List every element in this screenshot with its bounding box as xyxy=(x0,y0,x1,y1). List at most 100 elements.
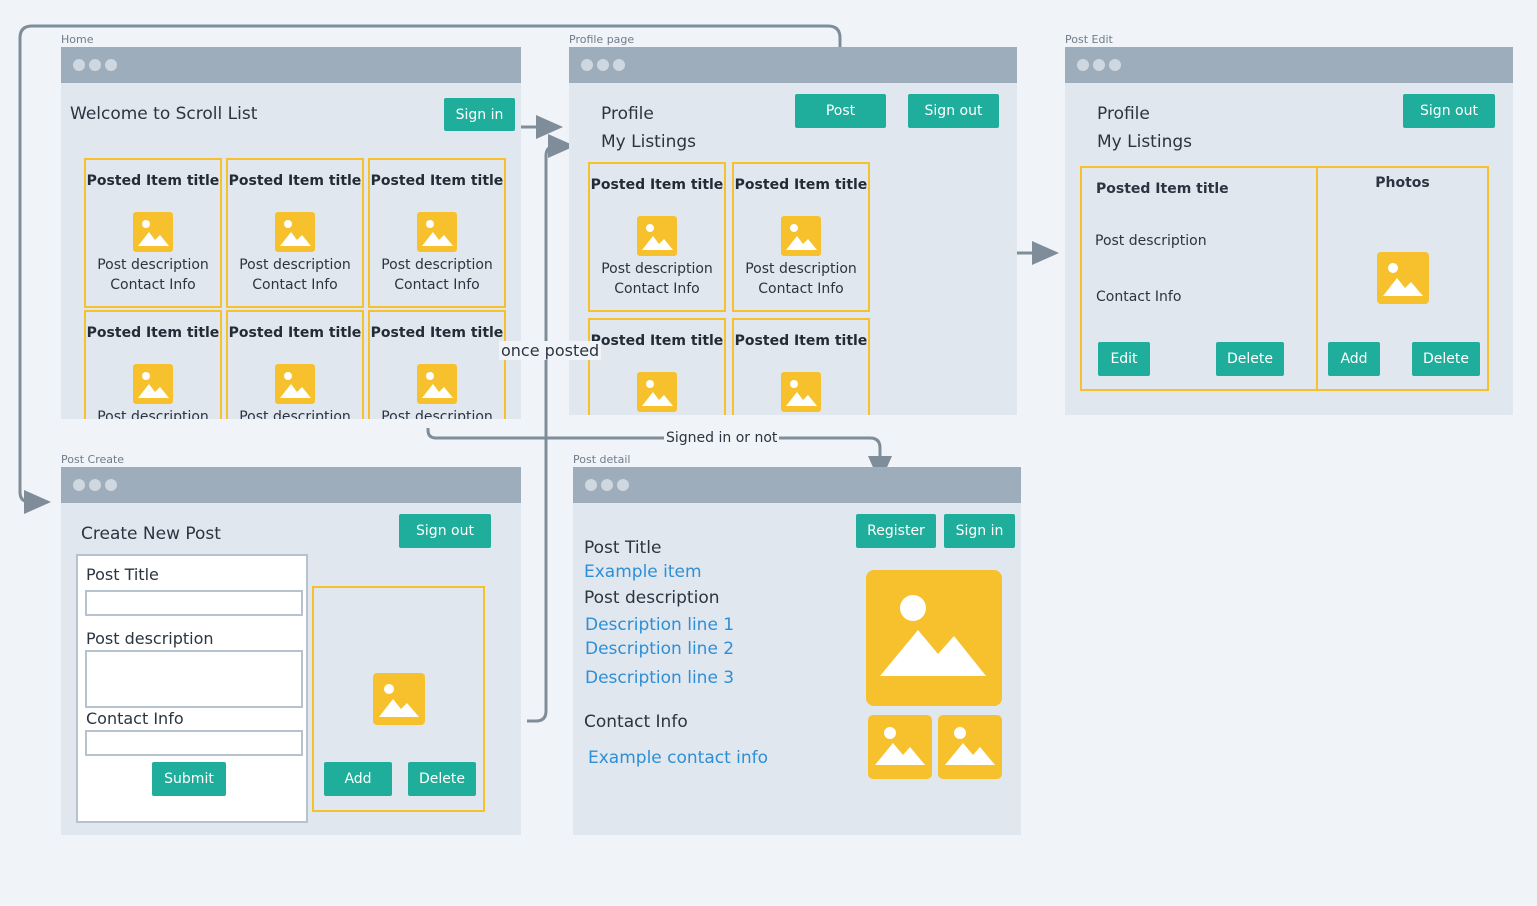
contact-info-input[interactable] xyxy=(85,730,303,756)
card-description: Post description xyxy=(97,409,209,419)
delete-photo-button[interactable]: Delete xyxy=(408,762,476,796)
thumbnail-photo-icon xyxy=(868,715,932,779)
window-dot xyxy=(73,59,85,71)
post-description-input[interactable] xyxy=(85,650,303,708)
create-photos-card: Add Delete xyxy=(312,586,485,812)
window-dot xyxy=(89,479,101,491)
image-placeholder-icon xyxy=(373,673,425,725)
post-title-label: Post Title xyxy=(584,538,662,558)
main-photo-icon xyxy=(866,570,1002,706)
listing-card[interactable]: Posted Item title Post description xyxy=(226,310,364,419)
image-placeholder-icon xyxy=(275,212,315,252)
delete-photo-button[interactable]: Delete xyxy=(1412,342,1480,376)
description-line: Description line 3 xyxy=(585,668,735,688)
my-listings-heading: My Listings xyxy=(1097,132,1192,152)
window-dot xyxy=(1093,59,1105,71)
post-title-label: Post Title xyxy=(86,565,159,584)
listing-card[interactable]: Posted Item title xyxy=(588,318,726,415)
post-description-label: Post description xyxy=(86,629,214,648)
card-title: Posted Item title xyxy=(734,177,868,193)
window-dot xyxy=(597,59,609,71)
listing-card[interactable]: Posted Item title Post description Contact… xyxy=(588,162,726,312)
card-title: Posted Item title xyxy=(370,173,504,189)
card-title: Posted Item title xyxy=(86,325,220,341)
edit-button[interactable]: Edit xyxy=(1098,342,1150,376)
edit-item-title: Posted Item title xyxy=(1096,181,1229,197)
window-titlebar xyxy=(61,467,521,503)
image-placeholder-icon xyxy=(1377,252,1429,304)
card-title: Posted Item title xyxy=(228,325,362,341)
card-title: Posted Item title xyxy=(370,325,504,341)
add-photo-button[interactable]: Add xyxy=(1328,342,1380,376)
sign-out-button[interactable]: Sign out xyxy=(1403,94,1495,128)
contact-info-label: Contact Info xyxy=(584,712,688,732)
listing-card[interactable]: Posted Item title Post description Contact… xyxy=(226,158,364,308)
window-dot xyxy=(105,479,117,491)
card-description: Post description xyxy=(381,409,493,419)
window-titlebar xyxy=(573,467,1021,503)
image-placeholder-icon xyxy=(417,364,457,404)
add-photo-button[interactable]: Add xyxy=(324,762,392,796)
window-titlebar xyxy=(61,47,521,83)
detail-frame: Register Sign in Post Title Example item… xyxy=(573,467,1021,835)
my-listings-heading: My Listings xyxy=(601,132,696,152)
frame-label-edit: Post Edit xyxy=(1065,33,1113,46)
description-line: Description line 2 xyxy=(585,639,735,659)
image-placeholder-icon xyxy=(781,372,821,412)
image-placeholder-icon xyxy=(133,364,173,404)
sign-out-button[interactable]: Sign out xyxy=(399,514,491,548)
submit-button[interactable]: Submit xyxy=(152,762,226,796)
window-dot xyxy=(617,479,629,491)
card-description: Post description xyxy=(97,257,209,273)
listing-card[interactable]: Posted Item title Post description Contact… xyxy=(368,158,506,308)
frame-label-home: Home xyxy=(61,33,94,46)
image-placeholder-icon xyxy=(417,212,457,252)
listing-card[interactable]: Posted Item title Post description xyxy=(368,310,506,419)
window-dot xyxy=(613,59,625,71)
card-contact: Contact Info xyxy=(110,277,196,293)
connector-create-to-profile xyxy=(527,134,575,723)
window-titlebar xyxy=(1065,47,1513,83)
sign-in-button[interactable]: Sign in xyxy=(444,98,515,131)
frame-label-profile: Profile page xyxy=(569,33,635,46)
window-dot xyxy=(581,59,593,71)
card-contact: Contact Info xyxy=(252,277,338,293)
delete-button[interactable]: Delete xyxy=(1216,342,1284,376)
image-placeholder-icon xyxy=(637,372,677,412)
frame-label-detail: Post detail xyxy=(573,453,631,466)
post-title-input[interactable] xyxy=(85,590,303,616)
listing-card[interactable]: Posted Item title xyxy=(732,318,870,415)
card-contact: Contact Info xyxy=(758,281,844,297)
profile-heading: Profile xyxy=(1097,104,1150,124)
create-heading: Create New Post xyxy=(81,524,221,544)
edit-item-card: Posted Item title Post description Conta… xyxy=(1080,166,1318,391)
card-title: Posted Item title xyxy=(590,177,724,193)
window-dot xyxy=(105,59,117,71)
edit-item-contact: Contact Info xyxy=(1096,289,1182,305)
card-title: Posted Item title xyxy=(228,173,362,189)
window-dot xyxy=(1077,59,1089,71)
home-frame: Welcome to Scroll List Sign in Posted It… xyxy=(61,47,521,419)
sign-in-button[interactable]: Sign in xyxy=(944,514,1015,548)
contact-info-label: Contact Info xyxy=(86,709,184,728)
listing-card[interactable]: Posted Item title Post description xyxy=(84,310,222,419)
listing-card[interactable]: Posted Item title Post description Contact… xyxy=(732,162,870,312)
listing-card[interactable]: Posted Item title Post description Contact… xyxy=(84,158,222,308)
window-dot xyxy=(73,479,85,491)
post-button[interactable]: Post xyxy=(795,94,886,128)
image-placeholder-icon xyxy=(275,364,315,404)
card-description: Post description xyxy=(239,409,351,419)
register-button[interactable]: Register xyxy=(856,514,936,548)
window-dot xyxy=(89,59,101,71)
image-placeholder-icon xyxy=(781,216,821,256)
description-line: Description line 1 xyxy=(585,615,735,635)
card-title: Posted Item title xyxy=(590,333,724,349)
post-title-value: Example item xyxy=(584,562,702,582)
edit-frame: Profile My Listings Sign out Posted Item… xyxy=(1065,47,1513,415)
card-contact: Contact Info xyxy=(394,277,480,293)
thumbnail-photo-icon xyxy=(938,715,1002,779)
home-heading: Welcome to Scroll List xyxy=(70,104,258,124)
sign-out-button[interactable]: Sign out xyxy=(908,94,999,128)
card-description: Post description xyxy=(745,261,857,277)
frame-label-create: Post Create xyxy=(61,453,125,466)
